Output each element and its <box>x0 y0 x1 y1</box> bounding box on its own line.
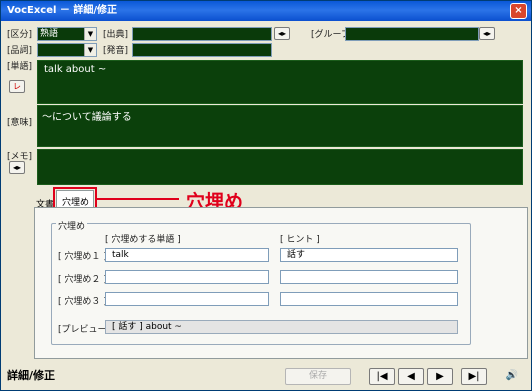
dropdown-icon: ◂▸ <box>277 29 287 38</box>
chevron-down-icon[interactable]: ▼ <box>84 28 96 40</box>
cloze-group-title: 穴埋め <box>56 219 88 232</box>
annotation-line <box>97 198 179 200</box>
prev-record-button[interactable]: ◀ <box>398 368 424 385</box>
word-field[interactable]: talk about ~ <box>37 60 523 104</box>
save-button[interactable]: 保存 <box>285 368 351 385</box>
dropdown-icon: ◂▸ <box>482 29 492 38</box>
cloze-row-label: [ 穴埋め２ ] <box>58 275 107 285</box>
cloze-hint-input[interactable] <box>280 270 458 284</box>
arrows-icon: ◂▸ <box>12 163 22 172</box>
cloze-hint-input[interactable] <box>280 292 458 306</box>
chevron-down-icon[interactable]: ▼ <box>84 44 96 56</box>
meaning-label: [意味] <box>7 118 33 128</box>
memo-button[interactable]: ◂▸ <box>9 161 25 174</box>
category-label: [区分] <box>7 30 33 40</box>
first-record-button[interactable]: |◀ <box>369 368 395 385</box>
cloze-word-input[interactable] <box>105 270 269 284</box>
preview-label: [プレビュー] <box>58 325 111 335</box>
sound-icon[interactable]: 🔊 <box>499 368 525 385</box>
cloze-hint-header: [ ヒント ] <box>280 235 320 245</box>
status-text: 詳細/修正 <box>7 369 56 382</box>
meaning-field[interactable]: ～について議論する <box>37 105 523 147</box>
category-select[interactable]: 熟語 ▼ <box>37 27 97 41</box>
cloze-word-input[interactable]: talk <box>105 248 269 262</box>
cloze-word-input[interactable] <box>105 292 269 306</box>
cloze-row-label: [ 穴埋め１ ] <box>58 252 107 262</box>
preview-field: [ 話す ] about ~ <box>105 320 458 334</box>
cloze-hint-input[interactable]: 話す <box>280 248 458 262</box>
pos-label: [品詞] <box>7 46 33 56</box>
title-bar: VocExcel － 詳細/修正 × <box>1 1 531 21</box>
pronunciation-label: [発音] <box>103 46 129 56</box>
pronunciation-field[interactable] <box>132 43 272 57</box>
source-label: [出典] <box>103 30 129 40</box>
memo-field[interactable] <box>37 149 523 185</box>
next-record-button[interactable]: ▶ <box>427 368 453 385</box>
close-button[interactable]: × <box>510 3 527 19</box>
cloze-row-label: [ 穴埋め３ ] <box>58 297 107 307</box>
group-dropdown-button[interactable]: ◂▸ <box>479 27 495 40</box>
group-field[interactable] <box>345 27 479 41</box>
check-button[interactable]: レ <box>9 80 25 93</box>
source-field[interactable] <box>132 27 272 41</box>
source-dropdown-button[interactable]: ◂▸ <box>274 27 290 40</box>
pos-select[interactable]: ▼ <box>37 43 97 57</box>
category-value: 熟語 <box>40 29 59 39</box>
word-label: [単語] <box>7 62 33 72</box>
cloze-word-header: [ 穴埋めする単語 ] <box>105 235 181 245</box>
last-record-button[interactable]: ▶| <box>461 368 487 385</box>
detail-edit-window: VocExcel － 詳細/修正 × [区分] 熟語 ▼ [出典] ◂▸ [グル… <box>0 0 532 391</box>
window-title: VocExcel － 詳細/修正 <box>7 5 118 16</box>
